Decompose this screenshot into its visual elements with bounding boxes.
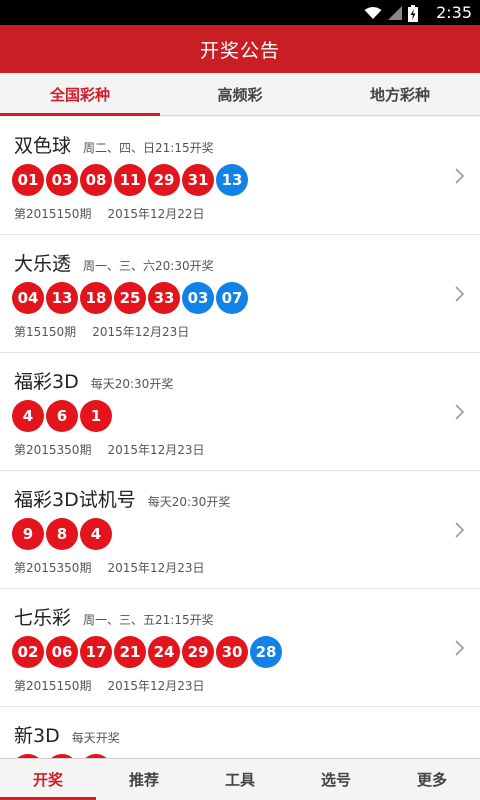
nav-draw-results[interactable]: 开奖: [0, 759, 96, 800]
winning-numbers: 461: [12, 400, 112, 432]
lottery-schedule: 每天开奖: [71, 731, 120, 745]
draw-date: 2015年12月23日: [107, 561, 205, 575]
winning-numbers: 02 06 17 21 24 29 30 28: [12, 636, 282, 668]
red-ball: 31: [182, 164, 214, 196]
tab-local[interactable]: 地方彩种: [320, 73, 480, 115]
nav-tools[interactable]: 工具: [192, 759, 288, 800]
draw-meta: 第2015350期 2015年12月23日: [14, 559, 205, 576]
red-ball: 13: [46, 282, 78, 314]
lottery-title-row: 福彩3D 每天20:30开奖: [14, 367, 173, 394]
draw-meta: 第2015150期 2015年12月22日: [14, 205, 205, 222]
lottery-item[interactable]: 大乐透 周一、三、六20:30开奖 04 13 18 25 33 03 07 第15150期 201…: [0, 235, 480, 353]
lottery-title-row: 七乐彩 周一、三、五21:15开奖: [14, 603, 214, 630]
bottom-nav: 开奖 推荐 工具 选号 更多: [0, 758, 480, 800]
red-ball: 4: [80, 518, 112, 550]
red-ball: 4: [12, 400, 44, 432]
lottery-schedule: 周一、三、五21:15开奖: [83, 613, 214, 627]
blue-ball: 07: [216, 282, 248, 314]
draw-date: 2015年12月23日: [92, 325, 190, 339]
status-bar: 2:35: [0, 0, 480, 25]
draw-issue: 第15150期: [14, 325, 77, 339]
lottery-name: 新3D: [14, 725, 60, 747]
red-ball: 18: [80, 282, 112, 314]
lottery-schedule: 每天20:30开奖: [147, 495, 231, 509]
chevron-right-icon[interactable]: [454, 521, 466, 539]
lottery-name: 福彩3D: [14, 371, 79, 393]
tab-national[interactable]: 全国彩种: [0, 73, 160, 116]
winning-numbers: 04 13 18 25 33 03 07: [12, 282, 248, 314]
red-ball: 29: [182, 636, 214, 668]
battery-charging-icon: [408, 4, 418, 22]
red-ball: 21: [114, 636, 146, 668]
nav-recommend[interactable]: 推荐: [96, 759, 192, 800]
draw-meta: 第15150期 2015年12月23日: [14, 323, 189, 340]
blue-ball: 13: [216, 164, 248, 196]
lottery-item[interactable]: 福彩3D试机号 每天20:30开奖 9 8 4 第2015350期 2015年12月23日: [0, 471, 480, 589]
red-ball: 9: [12, 518, 44, 550]
lottery-title-row: 新3D 每天开奖: [14, 721, 120, 748]
red-ball: 03: [46, 164, 78, 196]
category-tabs: 全国彩种 高频彩 地方彩种: [0, 73, 480, 116]
draw-issue: 第2015150期: [14, 207, 92, 221]
draw-issue: 第2015350期: [14, 443, 92, 457]
draw-issue: 第2015350期: [14, 561, 92, 575]
draw-meta: 第2015350期 2015年12月23日: [14, 441, 205, 458]
lottery-schedule: 周二、四、日21:15开奖: [83, 141, 214, 155]
winning-numbers: 01 03 08 11 29 31 13: [12, 164, 248, 196]
red-ball: 29: [148, 164, 180, 196]
lottery-list[interactable]: 双色球 周二、四、日21:15开奖 01 03 08 11 29 31 13 第2015150期 2…: [0, 117, 480, 758]
wifi-icon: [364, 7, 382, 19]
lottery-title-row: 大乐透 周一、三、六20:30开奖: [14, 249, 214, 276]
lottery-schedule: 周一、三、六20:30开奖: [83, 259, 214, 273]
lottery-name: 七乐彩: [14, 607, 72, 629]
status-icons: [364, 4, 418, 22]
red-ball: 06: [46, 636, 78, 668]
lottery-item[interactable]: 新3D 每天开奖: [0, 707, 480, 758]
chevron-right-icon[interactable]: [454, 639, 466, 657]
red-ball: 8: [46, 518, 78, 550]
nav-pick-numbers[interactable]: 选号: [288, 759, 384, 800]
signal-icon: [388, 6, 402, 20]
red-ball: 08: [80, 164, 112, 196]
status-time: 2:35: [436, 3, 472, 22]
chevron-right-icon[interactable]: [454, 285, 466, 303]
red-ball: 25: [114, 282, 146, 314]
red-ball: 11: [114, 164, 146, 196]
lottery-name: 双色球: [14, 135, 72, 157]
red-ball: 04: [12, 282, 44, 314]
page-title: 开奖公告: [199, 39, 280, 62]
winning-numbers: 984: [12, 518, 112, 550]
draw-issue: 第2015150期: [14, 679, 92, 693]
red-ball: 24: [148, 636, 180, 668]
red-ball: 17: [80, 636, 112, 668]
draw-date: 2015年12月23日: [107, 443, 205, 457]
lottery-title-row: 双色球 周二、四、日21:15开奖: [14, 131, 214, 158]
red-ball: 6: [46, 400, 78, 432]
red-ball: 1: [80, 400, 112, 432]
lottery-schedule: 每天20:30开奖: [90, 377, 174, 391]
red-ball: 30: [216, 636, 248, 668]
red-ball: 02: [12, 636, 44, 668]
app-header: 开奖公告: [0, 25, 480, 73]
lottery-item[interactable]: 双色球 周二、四、日21:15开奖 01 03 08 11 29 31 13 第2015150期 2…: [0, 117, 480, 235]
lottery-name: 大乐透: [14, 253, 72, 275]
red-ball: 33: [148, 282, 180, 314]
red-ball: 01: [12, 164, 44, 196]
chevron-right-icon[interactable]: [454, 403, 466, 421]
draw-date: 2015年12月23日: [107, 679, 205, 693]
lottery-title-row: 福彩3D试机号 每天20:30开奖: [14, 485, 230, 512]
blue-ball: 28: [250, 636, 282, 668]
draw-date: 2015年12月22日: [107, 207, 205, 221]
lottery-item[interactable]: 七乐彩 周一、三、五21:15开奖 02 06 17 21 24 29 30 28 第2015150…: [0, 589, 480, 707]
lottery-name: 福彩3D试机号: [14, 489, 136, 511]
chevron-right-icon[interactable]: [454, 167, 466, 185]
nav-more[interactable]: 更多: [384, 759, 480, 800]
blue-ball: 03: [182, 282, 214, 314]
lottery-item[interactable]: 福彩3D 每天20:30开奖 4 6 1 第2015350期 2015年12月23日: [0, 353, 480, 471]
draw-meta: 第2015150期 2015年12月23日: [14, 677, 205, 694]
tab-high-frequency[interactable]: 高频彩: [160, 73, 320, 115]
